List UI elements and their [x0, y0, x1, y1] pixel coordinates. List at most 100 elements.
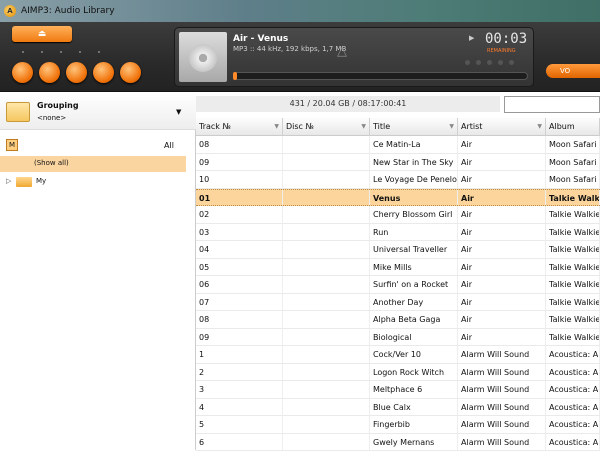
- filter-icon[interactable]: M: [6, 139, 18, 151]
- cell-album: Acoustica: Alarm: [546, 434, 600, 451]
- cell-artist: Alarm Will Sound: [458, 416, 546, 433]
- table-row[interactable]: 04Universal TravellerAirTalkie Walkie: [196, 241, 600, 259]
- table-row[interactable]: 6 Gwely MernansAlarm Will SoundAcoustica:…: [196, 434, 600, 451]
- cell-artist: Air: [458, 294, 546, 311]
- cell-title: Mike Mills: [370, 259, 458, 276]
- track-display: Air - Venus MP3 :: 44 kHz, 192 kbps, 1,7…: [174, 27, 534, 87]
- open-files-button[interactable]: ⏏: [12, 26, 72, 42]
- cell-track: 6: [196, 434, 283, 451]
- tree-item-show-all[interactable]: (Show all): [0, 156, 186, 172]
- cell-album: Talkie Walkie: [546, 311, 600, 328]
- album-cover: [179, 32, 227, 82]
- cell-artist: Air: [458, 171, 546, 188]
- cell-track: 5: [196, 416, 283, 433]
- table-row[interactable]: 08Ce Matin-LaAirMoon Safari: [196, 136, 600, 154]
- column-header-album[interactable]: Album: [546, 118, 600, 136]
- column-header-artist[interactable]: Artist▼: [458, 118, 546, 136]
- cell-artist: Alarm Will Sound: [458, 434, 546, 451]
- cell-album: Moon Safari: [546, 171, 600, 188]
- cell-album: Talkie Walkie: [546, 259, 600, 276]
- column-header-track[interactable]: Track №▼: [196, 118, 283, 136]
- cell-disc: [283, 276, 370, 293]
- cell-album: Talkie Walkie: [546, 190, 600, 206]
- table-row[interactable]: 03RunAirTalkie Walkie: [196, 224, 600, 242]
- stop-button[interactable]: [93, 62, 114, 83]
- grouping-icon: [6, 102, 30, 122]
- filter-all-label[interactable]: All: [164, 141, 174, 150]
- table-row[interactable]: 02Cherry Blossom GirlAirTalkie Walkie: [196, 206, 600, 224]
- cell-track: 09: [196, 154, 283, 171]
- track-title: Air - Venus: [233, 34, 288, 44]
- library-stats: 431 / 20.04 GB / 08:17:00:41: [196, 96, 500, 112]
- cell-album: Acoustica: Alarm: [546, 416, 600, 433]
- cell-track: 10: [196, 171, 283, 188]
- cell-track: 02: [196, 206, 283, 223]
- table-row[interactable]: 2Logon Rock WitchAlarm Will SoundAcousti…: [196, 364, 600, 382]
- cell-artist: Air: [458, 241, 546, 258]
- cell-album: Moon Safari: [546, 154, 600, 171]
- grouping-selector[interactable]: Grouping <none> ▼: [0, 92, 196, 130]
- table-row[interactable]: 07Another DayAirTalkie Walkie: [196, 294, 600, 312]
- cell-disc: [283, 434, 370, 451]
- cell-artist: Air: [458, 311, 546, 328]
- cell-artist: Air: [458, 154, 546, 171]
- cell-track: 05: [196, 259, 283, 276]
- button-indicator-dots: [22, 51, 100, 53]
- table-row[interactable]: 09New Star in The SkyAirMoon Safari: [196, 154, 600, 172]
- pause-button[interactable]: [66, 62, 87, 83]
- table-row[interactable]: 4Blue CalxAlarm Will SoundAcoustica: Ala…: [196, 399, 600, 417]
- table-row[interactable]: 06Surfin' on a RocketAirTalkie Walkie: [196, 276, 600, 294]
- grouping-label: Grouping: [37, 101, 79, 110]
- column-header-disc[interactable]: Disc №▼: [283, 118, 370, 136]
- cell-title: Meltphace 6: [370, 381, 458, 398]
- table-row[interactable]: 10 Le Voyage De PenelopeAirMoon Safari: [196, 171, 600, 189]
- play-state-icon: ▶: [469, 34, 474, 42]
- cell-disc: [283, 346, 370, 363]
- cell-disc: [283, 154, 370, 171]
- cell-title: Gwely Mernans: [370, 434, 458, 451]
- cell-title: Le Voyage De Penelope: [370, 171, 458, 188]
- expand-arrow-icon[interactable]: ▷: [6, 177, 11, 185]
- play-button[interactable]: [39, 62, 60, 83]
- table-row[interactable]: 3Meltphace 6Alarm Will SoundAcoustica: A…: [196, 381, 600, 399]
- tree-item-my[interactable]: ▷ My: [6, 175, 186, 189]
- table-row[interactable]: 05Mike MillsAirTalkie Walkie: [196, 259, 600, 277]
- search-input[interactable]: [504, 96, 600, 113]
- table-row[interactable]: 1Cock/Ver 10Alarm Will SoundAcoustica: A…: [196, 346, 600, 364]
- table-row[interactable]: 01VenusAirTalkie Walkie: [196, 189, 600, 207]
- cell-album: Moon Safari: [546, 136, 600, 153]
- cell-artist: Air: [458, 136, 546, 153]
- previous-button[interactable]: [12, 62, 33, 83]
- cell-album: Acoustica: Alarm: [546, 364, 600, 381]
- dropdown-arrow-icon[interactable]: ▼: [176, 108, 181, 116]
- track-info: MP3 :: 44 kHz, 192 kbps, 1,7 MB: [233, 45, 346, 53]
- grouping-panel: Grouping <none> ▼ M All (Show all) ▷ My: [0, 92, 196, 450]
- table-row[interactable]: 08Alpha Beta GagaAirTalkie Walkie: [196, 311, 600, 329]
- cell-title: Blue Calx: [370, 399, 458, 416]
- cell-disc: [283, 364, 370, 381]
- seek-bar[interactable]: [233, 72, 528, 80]
- time-display[interactable]: 00:03: [485, 31, 527, 47]
- cell-disc: [283, 399, 370, 416]
- table-row[interactable]: 5 FingerbibAlarm Will SoundAcoustica: Ala…: [196, 416, 600, 434]
- cell-title: Fingerbib: [370, 416, 458, 433]
- volume-slider[interactable]: VO: [546, 64, 600, 78]
- window-title: AIMP3: Audio Library: [21, 6, 115, 16]
- table-row[interactable]: 09BiologicalAirTalkie Walkie: [196, 329, 600, 347]
- column-header-title[interactable]: Title▼: [370, 118, 458, 136]
- cell-album: Acoustica: Alarm: [546, 381, 600, 398]
- cell-disc: [283, 311, 370, 328]
- cell-title: Venus: [370, 190, 458, 206]
- cell-artist: Alarm Will Sound: [458, 346, 546, 363]
- time-mode-label: REMAINING: [487, 48, 516, 54]
- cell-title: Run: [370, 224, 458, 241]
- aimp-app-icon[interactable]: A: [4, 5, 16, 17]
- folder-icon: [16, 177, 32, 187]
- sort-arrow-icon: ▼: [274, 118, 279, 136]
- cell-title: Cherry Blossom Girl: [370, 206, 458, 223]
- cell-disc: [283, 381, 370, 398]
- table-header: Track №▼ Disc №▼ Title▼ Artist▼ Album: [196, 118, 600, 136]
- cell-track: 08: [196, 311, 283, 328]
- next-button[interactable]: [120, 62, 141, 83]
- seek-thumb[interactable]: [233, 72, 237, 80]
